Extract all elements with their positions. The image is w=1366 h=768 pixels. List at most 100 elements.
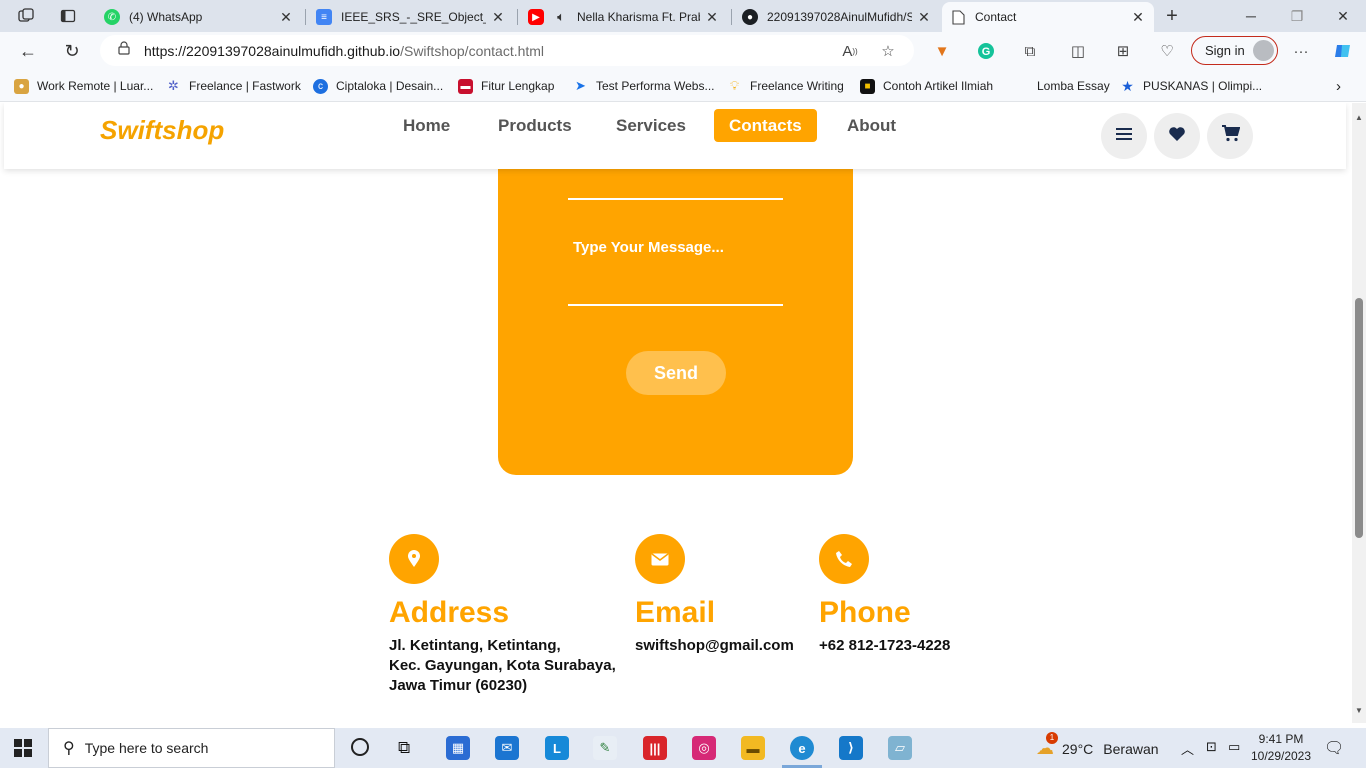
scroll-thumb[interactable] xyxy=(1355,298,1363,538)
new-tab-icon[interactable]: + xyxy=(1160,0,1184,32)
favorite-label: Freelance | Fastwork xyxy=(189,79,301,93)
ciptaloka-icon: c xyxy=(313,78,328,94)
taskbar-search-box[interactable]: ⚲ Type here to search xyxy=(48,728,335,768)
file-explorer-icon[interactable]: ▬ xyxy=(741,736,765,760)
bulb-icon: 💡︎ xyxy=(729,78,740,93)
site-header: Swiftshop Home Products Services Contact… xyxy=(4,103,1346,169)
windows-start-icon[interactable] xyxy=(14,739,32,762)
minimize-icon[interactable]: ─ xyxy=(1236,0,1266,32)
vscode-icon[interactable]: ⟩ xyxy=(839,736,863,760)
nav-services[interactable]: Services xyxy=(601,109,701,142)
phone-value[interactable]: +62 812-1723-4228 xyxy=(819,636,950,656)
back-icon[interactable]: ← xyxy=(12,36,44,66)
drawing-app-icon[interactable]: ✎ xyxy=(593,736,617,760)
browser-toolbar: ← ↻ https://22091397028ainulmufidh.githu… xyxy=(0,32,1366,70)
favorite-label: Fitur Lengkap xyxy=(481,79,555,93)
site-logo[interactable]: Swiftshop xyxy=(100,115,224,146)
extensions-icon[interactable]: ⧉ xyxy=(1020,41,1040,61)
nav-home[interactable]: Home xyxy=(388,109,465,142)
favorite-freelance-writing[interactable]: 💡︎ Freelance Writing xyxy=(727,77,844,95)
network-icon[interactable]: ⊡ xyxy=(1206,739,1217,755)
instagram-icon[interactable]: ◎ xyxy=(692,736,716,760)
cart-button[interactable] xyxy=(1207,113,1253,159)
battery-icon[interactable]: ▭ xyxy=(1228,739,1240,755)
weather-widget[interactable]: ☁ 1 29°C Berawan xyxy=(1036,732,1159,759)
windows-taskbar: ⚲ Type here to search ⧉ ▦ ✉ L ✎ ||| ◎ ▬ … xyxy=(0,728,1366,768)
email-title: Email xyxy=(635,596,716,629)
more-menu-icon[interactable]: ··· xyxy=(1291,41,1311,61)
favorite-contoh-artikel[interactable]: ■ Contoh Artikel Ilmiah xyxy=(860,77,993,95)
red-app-icon[interactable]: ||| xyxy=(643,736,667,760)
weather-temp: 29°C xyxy=(1062,740,1094,757)
close-icon[interactable]: ✕ xyxy=(1130,9,1146,26)
menu-button[interactable] xyxy=(1101,113,1147,159)
browser-essentials-icon[interactable]: ♡ xyxy=(1157,41,1177,61)
nav-contacts[interactable]: Contacts xyxy=(714,109,817,142)
tab-youtube[interactable]: ▶ 🔈︎ Nella Kharisma Ft. Prab ✕ xyxy=(520,2,728,32)
edge-browser-icon[interactable]: e xyxy=(790,736,814,760)
search-icon: ⚲ xyxy=(63,740,75,757)
task-view-icon[interactable]: ⧉ xyxy=(398,738,410,758)
lock-icon[interactable] xyxy=(118,41,130,60)
toolbox-icon: ▬ xyxy=(458,78,473,94)
read-aloud-icon[interactable]: A)) xyxy=(840,41,860,61)
scroll-up-arrow-icon[interactable]: ▲ xyxy=(1355,113,1363,122)
notifications-icon[interactable]: 🗨︎ xyxy=(1324,738,1344,758)
close-icon[interactable]: ✕ xyxy=(278,9,294,26)
tab-contact[interactable]: Contact ✕ xyxy=(942,2,1154,32)
send-button[interactable]: Send xyxy=(626,351,726,395)
show-hidden-icons-chevron-icon[interactable]: ︿ xyxy=(1181,739,1194,758)
address-bar[interactable]: https://22091397028ainulmufidh.github.io… xyxy=(100,35,914,66)
map-pin-icon xyxy=(389,534,439,584)
tab-github[interactable]: ● 22091397028AinulMufidh/S ✕ xyxy=(734,2,940,32)
tab-actions-icon[interactable] xyxy=(54,0,82,32)
favorites-bar: ● Work Remote | Luar... ✲ Freelance | Fa… xyxy=(0,70,1366,102)
favorite-fastwork[interactable]: ✲ Freelance | Fastwork xyxy=(166,77,301,95)
nav-products[interactable]: Products xyxy=(483,109,587,142)
collections-icon[interactable]: ⊞ xyxy=(1113,41,1133,61)
page-scrollbar[interactable]: ▲ ▼ xyxy=(1352,103,1366,723)
close-icon[interactable]: ✕ xyxy=(916,9,932,26)
favorite-puskanas[interactable]: ★ PUSKANAS | Olimpi... xyxy=(1120,77,1262,95)
cart-icon xyxy=(1221,125,1240,147)
copilot-icon[interactable] xyxy=(1333,41,1353,61)
favorites-overflow-chevron-icon[interactable]: › xyxy=(1336,77,1341,95)
address-text: Jl. Ketintang, Ketintang, Kec. Gayungan,… xyxy=(389,636,616,696)
workspaces-icon[interactable] xyxy=(12,0,40,32)
tab-label: (4) WhatsApp xyxy=(129,10,203,24)
favorite-lomba-essay[interactable]: Lomba Essay xyxy=(1037,77,1110,95)
sign-in-button[interactable]: Sign in xyxy=(1191,36,1278,65)
grammarly-icon[interactable]: G xyxy=(976,41,996,61)
split-screen-icon[interactable]: ◫ xyxy=(1068,41,1088,61)
l-app-icon[interactable]: L xyxy=(545,736,569,760)
favorite-star-icon[interactable]: ☆ xyxy=(878,41,898,61)
close-icon[interactable]: ✕ xyxy=(490,9,506,26)
message-input[interactable] xyxy=(568,235,783,289)
wishlist-button[interactable] xyxy=(1154,113,1200,159)
restore-icon[interactable]: ❐ xyxy=(1282,0,1312,32)
input-underline xyxy=(568,198,783,200)
window-close-icon[interactable]: ✕ xyxy=(1328,0,1358,32)
close-icon[interactable]: ✕ xyxy=(704,9,720,26)
refresh-icon[interactable]: ↻ xyxy=(56,36,88,66)
tab-label: Nella Kharisma Ft. Prab xyxy=(577,10,700,24)
tab-whatsapp[interactable]: ✆ (4) WhatsApp ✕ xyxy=(96,2,302,32)
microsoft-store-icon[interactable]: ▦ xyxy=(446,736,470,760)
phone-title: Phone xyxy=(819,596,911,629)
scroll-down-arrow-icon[interactable]: ▼ xyxy=(1355,706,1363,715)
favorite-test-performa[interactable]: ➤ Test Performa Webs... xyxy=(573,77,714,95)
envelope-icon xyxy=(635,534,685,584)
favorite-work-remote[interactable]: ● Work Remote | Luar... xyxy=(14,77,153,95)
nav-about[interactable]: About xyxy=(832,109,911,142)
favorite-fitur-lengkap[interactable]: ▬ Fitur Lengkap xyxy=(458,77,554,95)
email-value[interactable]: swiftshop@gmail.com xyxy=(635,636,794,656)
notes-app-icon[interactable]: ▱ xyxy=(888,736,912,760)
favorite-label: Lomba Essay xyxy=(1037,79,1110,93)
cortana-icon[interactable] xyxy=(351,738,369,756)
mail-icon[interactable]: ✉ xyxy=(495,736,519,760)
metamask-icon[interactable]: ▼ xyxy=(932,41,952,61)
speaker-icon[interactable]: 🔈︎ xyxy=(553,9,569,25)
favorite-ciptaloka[interactable]: c Ciptaloka | Desain... xyxy=(313,77,443,95)
taskbar-clock[interactable]: 9:41 PM 10/29/2023 xyxy=(1248,731,1314,765)
tab-ieee-srs[interactable]: ≡ IEEE_SRS_-_SRE_Object_Orie ✕ xyxy=(308,2,514,32)
